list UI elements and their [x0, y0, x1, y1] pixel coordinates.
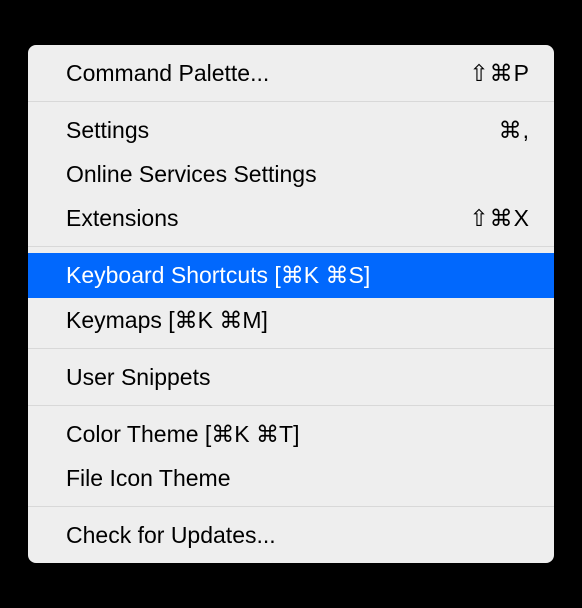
menu-separator: [28, 405, 554, 406]
context-menu: Command Palette... ⇧⌘P Settings ⌘, Onlin…: [28, 45, 554, 564]
menu-item-shortcut: ⌘,: [499, 114, 530, 146]
menu-item-command-palette[interactable]: Command Palette... ⇧⌘P: [28, 51, 554, 95]
menu-item-label: Online Services Settings: [66, 158, 530, 190]
menu-item-online-services-settings[interactable]: Online Services Settings: [28, 152, 554, 196]
menu-separator: [28, 506, 554, 507]
menu-item-label: Color Theme [⌘K ⌘T]: [66, 418, 530, 450]
menu-item-label: Extensions: [66, 202, 449, 234]
menu-item-label: Keyboard Shortcuts [⌘K ⌘S]: [66, 259, 530, 291]
menu-item-file-icon-theme[interactable]: File Icon Theme: [28, 456, 554, 500]
menu-item-label: Command Palette...: [66, 57, 449, 89]
menu-item-shortcut: ⇧⌘X: [469, 202, 530, 234]
menu-item-label: Settings: [66, 114, 479, 146]
menu-item-label: User Snippets: [66, 361, 530, 393]
menu-separator: [28, 101, 554, 102]
menu-item-shortcut: ⇧⌘P: [469, 57, 530, 89]
menu-item-keyboard-shortcuts[interactable]: Keyboard Shortcuts [⌘K ⌘S]: [28, 253, 554, 297]
menu-item-user-snippets[interactable]: User Snippets: [28, 355, 554, 399]
menu-item-settings[interactable]: Settings ⌘,: [28, 108, 554, 152]
menu-separator: [28, 246, 554, 247]
menu-item-label: Keymaps [⌘K ⌘M]: [66, 304, 530, 336]
menu-item-label: Check for Updates...: [66, 519, 530, 551]
menu-item-keymaps[interactable]: Keymaps [⌘K ⌘M]: [28, 298, 554, 342]
menu-item-check-for-updates[interactable]: Check for Updates...: [28, 513, 554, 557]
menu-item-label: File Icon Theme: [66, 462, 530, 494]
menu-separator: [28, 348, 554, 349]
menu-item-extensions[interactable]: Extensions ⇧⌘X: [28, 196, 554, 240]
menu-item-color-theme[interactable]: Color Theme [⌘K ⌘T]: [28, 412, 554, 456]
